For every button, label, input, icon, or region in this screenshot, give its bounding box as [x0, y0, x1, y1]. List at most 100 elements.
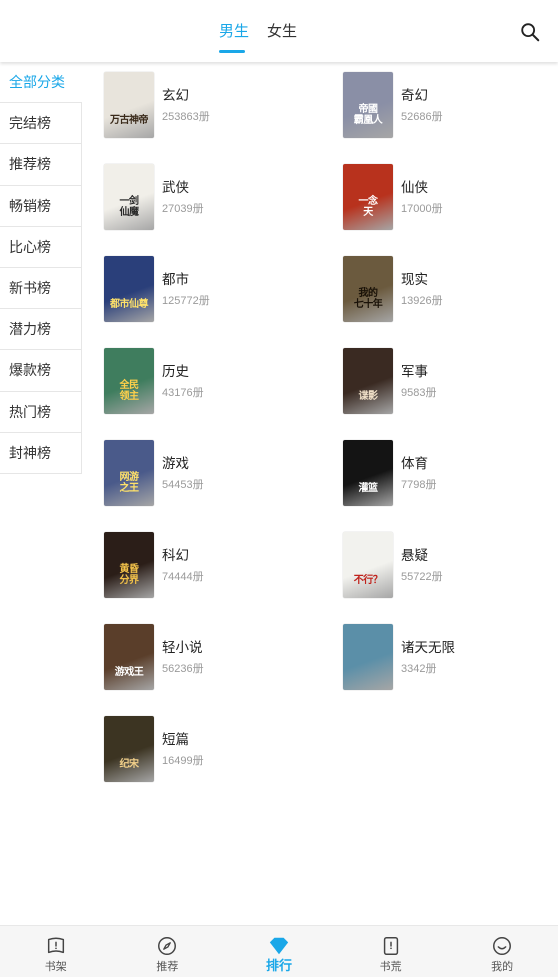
book-cover-image: 游戏王: [104, 624, 154, 690]
category-book-count: 43176册: [162, 387, 204, 399]
book-cover-image: 都市仙尊: [104, 256, 154, 322]
category-info: 都市 125772册: [162, 256, 210, 308]
category-item[interactable]: 帝國 霸凰人 奇幻 52686册: [343, 72, 543, 164]
nav-label: 推荐: [156, 961, 179, 973]
book-cover-image: 灌篮: [343, 440, 393, 506]
cover-title: 一剑 仙魔: [119, 196, 140, 218]
category-book-count: 74444册: [162, 571, 204, 583]
category-name: 科幻: [162, 548, 189, 563]
sidebar-item-bestseller[interactable]: 畅销榜: [0, 185, 82, 227]
nav-label: 书架: [44, 961, 67, 973]
bookshelf-icon: [47, 937, 64, 954]
category-info: 悬疑 55722册: [401, 532, 443, 584]
category-item[interactable]: 都市仙尊 都市 125772册: [104, 256, 343, 348]
book-cover-image: 一念 天: [343, 164, 393, 230]
book-cover-image: 帝國 霸凰人: [343, 72, 393, 138]
search-icon[interactable]: [519, 21, 541, 43]
book-icon: [383, 937, 398, 955]
sidebar-item-hit[interactable]: 爆款榜: [0, 350, 82, 392]
sidebar-item-potential[interactable]: 潜力榜: [0, 309, 82, 351]
category-name: 都市: [162, 272, 189, 287]
category-book-count: 54453册: [162, 479, 204, 491]
nav-label: 排行: [265, 958, 292, 973]
category-info: 体育 7798册: [401, 440, 436, 492]
category-name: 短篇: [162, 732, 189, 747]
tab-male[interactable]: 男生: [219, 22, 249, 42]
nav-mine[interactable]: 我的: [446, 926, 558, 977]
category-name: 轻小说: [162, 640, 203, 655]
sidebar-item-bixin[interactable]: 比心榜: [0, 226, 82, 268]
category-info: 仙侠 17000册: [401, 164, 443, 216]
category-book-count: 52686册: [401, 111, 443, 123]
category-info: 诸天无限 3342册: [401, 624, 455, 676]
category-item[interactable]: 网游 之王 游戏 54453册: [104, 440, 343, 532]
category-info: 奇幻 52686册: [401, 72, 443, 124]
category-item[interactable]: 一念 天 仙侠 17000册: [343, 164, 543, 256]
category-item[interactable]: 谍影 军事 9583册: [343, 348, 543, 440]
smiley-icon: [493, 937, 512, 955]
cover-title: 灌篮: [358, 483, 379, 494]
sidebar-item-new[interactable]: 新书榜: [0, 267, 82, 310]
cover-title: 网游 之王: [119, 472, 140, 494]
book-cover-image: 网游 之王: [104, 440, 154, 506]
top-header: 男生 女生: [0, 0, 558, 62]
category-item[interactable]: 万古神帝 玄幻 253863册: [104, 72, 343, 164]
sidebar-item-fengshen[interactable]: 封神榜: [0, 432, 82, 474]
sidebar-item-completed[interactable]: 完结榜: [0, 103, 82, 145]
category-name: 体育: [401, 456, 428, 471]
cover-title: 谍影: [358, 391, 379, 402]
book-cover-image: 我的 七十年: [343, 256, 393, 322]
cover-title: 万古神帝: [110, 115, 149, 126]
category-book-count: 55722册: [401, 571, 443, 583]
nav-ranking[interactable]: 排行: [223, 926, 335, 977]
category-book-count: 56236册: [162, 663, 204, 675]
cover-title: 黄昏 分界: [119, 564, 140, 586]
nav-label: 书荒: [379, 961, 402, 973]
category-item[interactable]: 一剑 仙魔 武侠 27039册: [104, 164, 343, 256]
book-cover-image: 一剑 仙魔: [104, 164, 154, 230]
category-name: 玄幻: [162, 88, 189, 103]
category-item[interactable]: 诸天无限 3342册: [343, 624, 543, 716]
nav-book-shortage[interactable]: 书荒: [335, 926, 447, 977]
nav-bookshelf[interactable]: 书架: [0, 926, 112, 977]
category-item[interactable]: 我的 七十年 现实 13926册: [343, 256, 543, 348]
nav-recommend[interactable]: 推荐: [112, 926, 224, 977]
book-cover-image: [343, 624, 393, 690]
cover-title: 帝國 霸凰人: [353, 104, 383, 126]
sidebar-item-all-categories[interactable]: 全部分类: [0, 62, 82, 104]
category-info: 武侠 27039册: [162, 164, 204, 216]
sidebar-item-popular[interactable]: 热门榜: [0, 391, 82, 433]
category-book-count: 13926册: [401, 295, 443, 307]
category-book-count: 3342册: [401, 663, 437, 675]
category-info: 游戏 54453册: [162, 440, 204, 492]
category-item[interactable]: 全民 领主 历史 43176册: [104, 348, 343, 440]
ranking-diamond-icon: [269, 937, 289, 955]
category-grid: 万古神帝 玄幻 253863册 帝國 霸凰人 奇幻 52686册一剑 仙魔 武侠 27039册…: [104, 72, 544, 808]
book-cover-image: 谍影: [343, 348, 393, 414]
cover-title: 一念 天: [358, 196, 379, 218]
category-book-count: 17000册: [401, 203, 443, 215]
compass-icon: [158, 937, 177, 955]
category-name: 历史: [162, 364, 189, 379]
category-name: 诸天无限: [401, 640, 455, 655]
category-item[interactable]: 不行？ 悬疑 55722册: [343, 532, 543, 624]
category-item[interactable]: 游戏王 轻小说 56236册: [104, 624, 343, 716]
category-book-count: 16499册: [162, 755, 204, 767]
category-name: 现实: [401, 272, 428, 287]
category-book-count: 9583册: [401, 387, 437, 399]
category-book-count: 253863册: [162, 111, 210, 123]
category-book-count: 27039册: [162, 203, 204, 215]
category-info: 军事 9583册: [401, 348, 436, 400]
category-item[interactable]: 纪宋 短篇 16499册: [104, 716, 343, 808]
category-item[interactable]: 灌篮 体育 7798册: [343, 440, 543, 532]
sidebar-item-recommended[interactable]: 推荐榜: [0, 144, 82, 186]
category-name: 游戏: [162, 456, 189, 471]
category-item[interactable]: 黄昏 分界 科幻 74444册: [104, 532, 343, 624]
tab-female[interactable]: 女生: [267, 22, 297, 42]
category-book-count: 125772册: [162, 295, 210, 307]
category-name: 仙侠: [401, 180, 428, 195]
cover-title: 不行？: [353, 575, 383, 586]
cover-title: 游戏王: [114, 667, 144, 678]
book-cover-image: 全民 领主: [104, 348, 154, 414]
bottom-nav: 书架 推荐 排行 书荒 我的: [0, 925, 558, 977]
